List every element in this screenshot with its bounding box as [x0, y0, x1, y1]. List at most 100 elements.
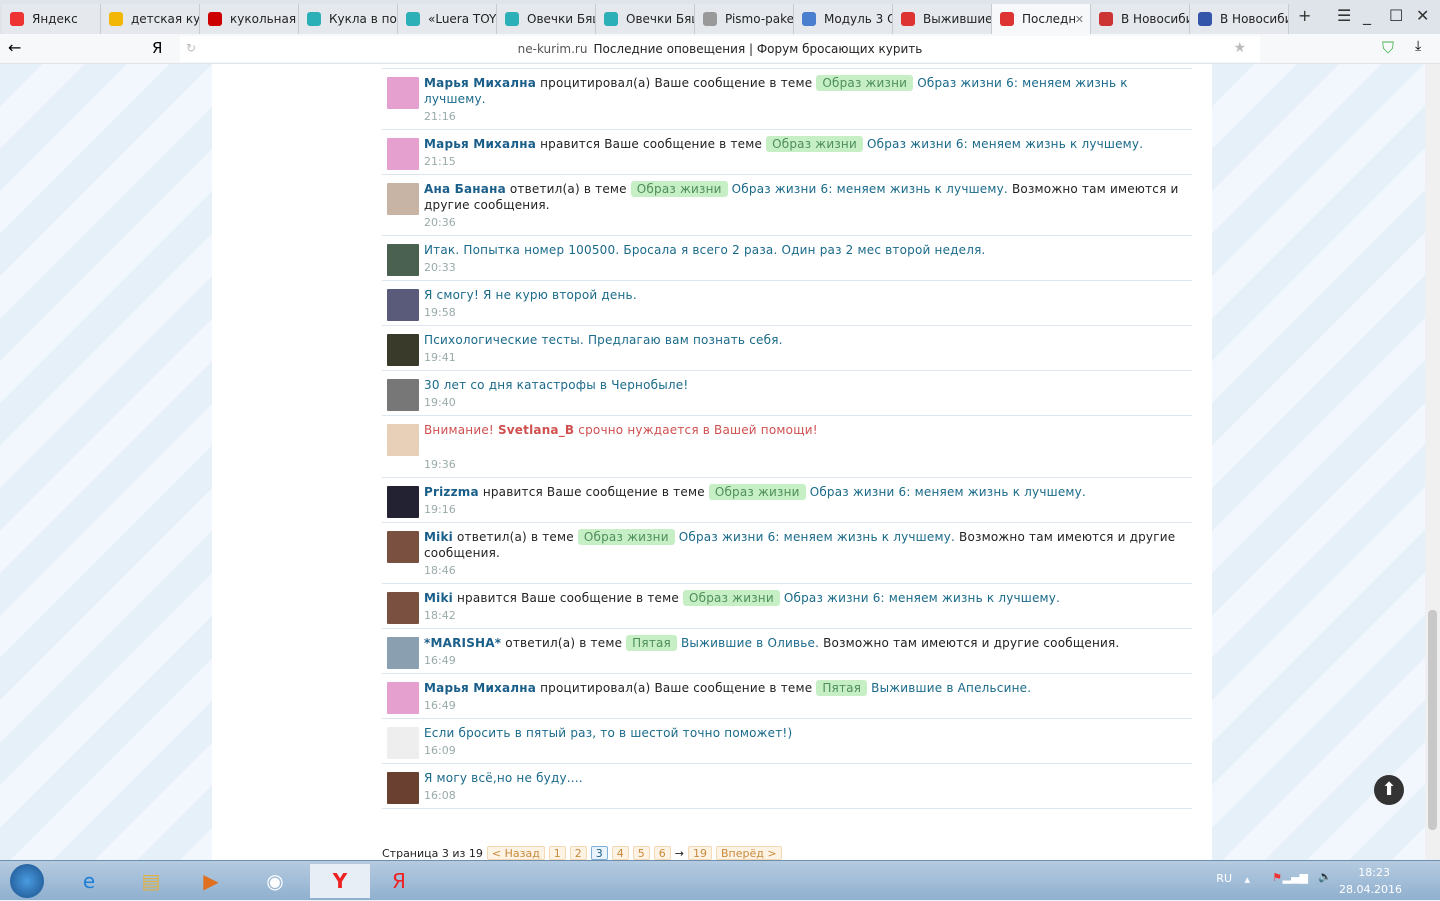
media-player-icon[interactable]: ▶: [186, 864, 236, 898]
pager-page-3[interactable]: 3: [590, 846, 608, 860]
user-avatar[interactable]: [387, 138, 419, 170]
action-center-flag-icon[interactable]: ⚑: [1272, 871, 1282, 884]
yandex-browser-task[interactable]: Y: [310, 864, 370, 898]
tab-11[interactable]: В Новосиби: [1091, 4, 1190, 34]
forum-tag[interactable]: Образ жизни: [577, 529, 675, 545]
protect-shield-icon[interactable]: ⛉: [1382, 38, 1394, 58]
module-icon: [802, 12, 816, 26]
pager-prev[interactable]: < Назад: [486, 846, 545, 860]
pager-page-4[interactable]: 4: [611, 846, 629, 860]
user-avatar[interactable]: [387, 727, 419, 759]
explorer-icon[interactable]: ▤: [126, 864, 176, 898]
user-avatar[interactable]: [387, 334, 419, 366]
user-avatar[interactable]: [387, 637, 419, 669]
thread-link[interactable]: Выжившие в Апельсине.: [871, 681, 1031, 695]
tab-4[interactable]: «Luera TOY: [398, 4, 497, 34]
forum-tag[interactable]: Образ жизни: [708, 484, 806, 500]
thread-link[interactable]: Образ жизни 6: меняем жизнь к лучшему.: [867, 137, 1143, 151]
new-tab-button[interactable]: +: [1298, 6, 1311, 25]
user-avatar[interactable]: [387, 424, 419, 456]
user-avatar[interactable]: [387, 772, 419, 804]
scroll-to-top-button[interactable]: ⬆: [1374, 775, 1404, 805]
thread-link[interactable]: Психологические тесты. Предлагаю вам поз…: [424, 333, 783, 347]
user-avatar[interactable]: [387, 486, 419, 518]
tab-close-icon[interactable]: ✕: [1075, 13, 1084, 26]
thread-link[interactable]: Образ жизни 6: меняем жизнь к лучшему.: [732, 182, 1008, 196]
user-avatar[interactable]: [387, 289, 419, 321]
tab-5[interactable]: Овечки Бяш: [497, 4, 596, 34]
forum-tag[interactable]: Образ жизни: [630, 181, 728, 197]
user-avatar[interactable]: [387, 592, 419, 624]
maximize-button[interactable]: ☐: [1389, 6, 1403, 25]
tab-10[interactable]: Последн ✕: [992, 4, 1091, 34]
user-avatar[interactable]: [387, 77, 419, 109]
network-signal-icon[interactable]: ▂▄▆: [1283, 871, 1308, 884]
firefox-icon[interactable]: ◉: [250, 864, 300, 898]
forum-tag[interactable]: Образ жизни: [816, 75, 914, 91]
ie-icon[interactable]: e: [64, 864, 114, 898]
user-link[interactable]: Prizzma: [424, 485, 479, 499]
thread-link[interactable]: Я могу всё,но не буду....: [424, 771, 583, 785]
back-button[interactable]: ←: [8, 38, 21, 57]
action-text: процитировал(а) Ваше сообщение в теме: [540, 76, 813, 90]
user-avatar[interactable]: [387, 531, 419, 563]
thread-link[interactable]: Образ жизни 6: меняем жизнь к лучшему.: [679, 530, 955, 544]
notification-time: 19:36: [424, 458, 456, 471]
pager-next[interactable]: Вперёд >: [716, 846, 782, 860]
user-link[interactable]: *MARISHA*: [424, 636, 501, 650]
tab-8[interactable]: Модуль 3 О: [794, 4, 893, 34]
forum-tag[interactable]: Образ жизни: [766, 136, 863, 152]
user-avatar[interactable]: [387, 244, 419, 276]
user-link[interactable]: Miki: [424, 591, 453, 605]
tab-1[interactable]: детская кук: [101, 4, 200, 34]
tab-2[interactable]: кукольная: [200, 4, 299, 34]
yandex-button[interactable]: Я: [152, 39, 162, 57]
start-button[interactable]: [2, 864, 52, 898]
notification-text: Если бросить в пятый раз, то в шестой то…: [424, 725, 1192, 741]
forum-tag[interactable]: Пятая: [626, 635, 677, 651]
user-link[interactable]: Марья Михална: [424, 76, 536, 90]
forum-tag[interactable]: Образ жизни: [682, 590, 780, 606]
tab-9[interactable]: Выжившие: [893, 4, 992, 34]
user-avatar[interactable]: [387, 682, 419, 714]
tab-12[interactable]: В Новосиби: [1190, 4, 1289, 34]
scrollbar[interactable]: [1425, 64, 1440, 860]
pager-page-6[interactable]: 6: [653, 846, 671, 860]
tab-0[interactable]: Яндекс: [2, 4, 101, 34]
forum-tag[interactable]: Пятая: [816, 680, 868, 696]
pager-page-1[interactable]: 1: [548, 846, 566, 860]
clock-time[interactable]: 18:23: [1358, 866, 1390, 879]
tab-3[interactable]: Кукла в пол: [299, 4, 398, 34]
user-link[interactable]: Марья Михална: [424, 681, 536, 695]
pager-page-last[interactable]: 19: [688, 846, 713, 860]
tray-expand-icon[interactable]: ▴: [1244, 873, 1250, 886]
pager-page-2[interactable]: 2: [569, 846, 587, 860]
thread-link[interactable]: Выжившие в Оливье.: [681, 636, 819, 650]
thread-link[interactable]: 30 лет со дня катастрофы в Чернобыле!: [424, 378, 688, 392]
user-avatar[interactable]: [387, 183, 419, 215]
tab-7[interactable]: Pismo-pake: [695, 4, 794, 34]
menu-icon[interactable]: ☰: [1337, 6, 1351, 25]
thread-link[interactable]: Образ жизни 6: меняем жизнь к лучшему.: [810, 485, 1086, 499]
bookmark-star-icon[interactable]: ★: [1233, 40, 1246, 56]
minimize-button[interactable]: _: [1363, 6, 1371, 25]
user-link[interactable]: Miki: [424, 530, 453, 544]
thread-link[interactable]: Я смогу! Я не курю второй день.: [424, 288, 637, 302]
pager-page-5[interactable]: 5: [632, 846, 650, 860]
close-button[interactable]: ✕: [1416, 6, 1429, 25]
user-avatar[interactable]: [387, 379, 419, 411]
clock-date[interactable]: 28.04.2016: [1339, 883, 1402, 896]
user-link[interactable]: Ана Банана: [424, 182, 506, 196]
thread-link[interactable]: Итак. Попытка номер 100500. Бросала я вс…: [424, 243, 986, 257]
yandex-task[interactable]: Я: [374, 864, 424, 898]
tab-6[interactable]: Овечки Бяш: [596, 4, 695, 34]
user-link[interactable]: Марья Михална: [424, 137, 536, 151]
scrollbar-thumb[interactable]: [1428, 610, 1437, 830]
alert-user-link[interactable]: Svetlana_B: [498, 423, 574, 437]
language-indicator[interactable]: RU: [1216, 872, 1232, 885]
url-field[interactable]: ↻ ne-kurim.ru Последние оповещения | Фору…: [180, 36, 1260, 62]
thread-link[interactable]: Если бросить в пятый раз, то в шестой то…: [424, 726, 792, 740]
volume-icon[interactable]: 🔈: [1318, 870, 1332, 883]
thread-link[interactable]: Образ жизни 6: меняем жизнь к лучшему.: [784, 591, 1060, 605]
download-icon[interactable]: ⤓: [1415, 38, 1421, 54]
